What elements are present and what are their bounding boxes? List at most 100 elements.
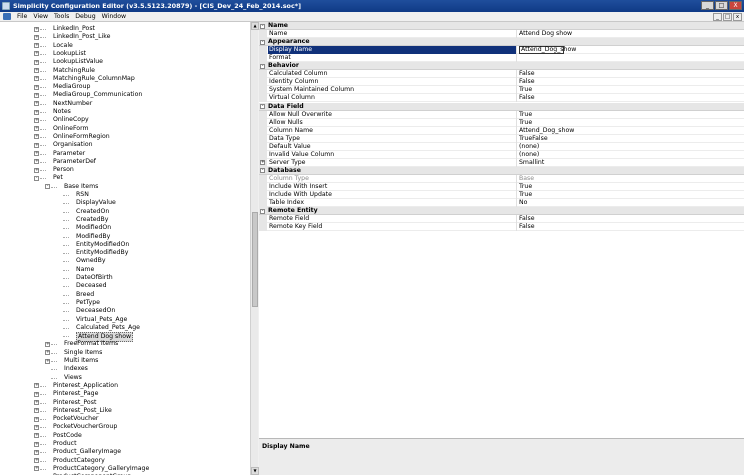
tree-item[interactable]: + Single Items bbox=[0, 349, 250, 357]
property-row[interactable]: Column Name Attend_Dog_show bbox=[259, 126, 744, 135]
tree-item[interactable]: Deceased bbox=[0, 282, 250, 290]
expand-icon[interactable]: + bbox=[260, 160, 265, 166]
property-value[interactable]: False bbox=[519, 215, 535, 223]
property-row[interactable]: Display Name Attend_Dog_show bbox=[259, 46, 744, 55]
expand-icon[interactable]: + bbox=[34, 59, 39, 65]
tree-item[interactable]: + Organisation bbox=[0, 141, 250, 149]
property-row[interactable]: Remote Field False bbox=[259, 215, 744, 224]
property-value[interactable]: No bbox=[519, 199, 527, 207]
tree-item[interactable]: DateOfBirth bbox=[0, 274, 250, 282]
tree-item[interactable]: OwnedBy bbox=[0, 257, 250, 265]
property-value[interactable]: Attend_Dog_show bbox=[519, 127, 574, 135]
expand-icon[interactable]: + bbox=[34, 84, 39, 90]
close-button[interactable]: X bbox=[729, 1, 742, 10]
tree-item[interactable]: + FreeFormat Items bbox=[0, 340, 250, 348]
tree-item[interactable]: PetType bbox=[0, 299, 250, 307]
property-value[interactable]: False bbox=[519, 94, 535, 102]
expand-icon[interactable]: + bbox=[34, 43, 39, 49]
tree-item[interactable]: DisplayValue bbox=[0, 199, 250, 207]
property-row[interactable]: Data Type TrueFalse bbox=[259, 134, 744, 143]
doc-restore-button[interactable]: □ bbox=[723, 13, 732, 21]
tree-item[interactable]: + Pinterest_Page bbox=[0, 390, 250, 398]
expand-icon[interactable]: + bbox=[34, 391, 39, 397]
tree-item[interactable]: ModifiedOn bbox=[0, 224, 250, 232]
expand-icon[interactable]: + bbox=[45, 350, 50, 356]
property-value[interactable]: Smallint bbox=[519, 159, 544, 167]
property-value[interactable]: Base bbox=[519, 175, 534, 183]
expand-icon[interactable]: + bbox=[34, 167, 39, 173]
property-row[interactable]: Allow Nulls True bbox=[259, 118, 744, 127]
expand-icon[interactable]: + bbox=[34, 458, 39, 464]
tree-item[interactable]: + ParameterDef bbox=[0, 158, 250, 166]
expand-icon[interactable]: + bbox=[34, 26, 39, 32]
collapse-icon[interactable]: - bbox=[260, 208, 265, 214]
expand-icon[interactable]: + bbox=[34, 92, 39, 98]
property-value[interactable]: False bbox=[519, 223, 535, 231]
property-value[interactable]: (none) bbox=[519, 143, 539, 151]
tree-item[interactable]: CreatedBy bbox=[0, 216, 250, 224]
expand-icon[interactable]: + bbox=[34, 449, 39, 455]
tree-item[interactable]: EntityModifiedBy bbox=[0, 249, 250, 257]
property-row[interactable]: Include With Insert True bbox=[259, 183, 744, 192]
collapse-icon[interactable]: - bbox=[260, 104, 265, 109]
property-value[interactable]: True bbox=[519, 119, 532, 127]
property-row[interactable]: Virtual Column False bbox=[259, 94, 744, 103]
tree-item[interactable]: + LookupList bbox=[0, 50, 250, 58]
menu-debug[interactable]: Debug bbox=[72, 13, 98, 20]
expand-icon[interactable]: + bbox=[34, 117, 39, 123]
property-value[interactable]: True bbox=[519, 183, 532, 191]
tree-item[interactable]: + Pinterest_Post_Like bbox=[0, 407, 250, 415]
collapse-icon[interactable]: - bbox=[260, 23, 265, 29]
tree-item[interactable]: + PostCode bbox=[0, 432, 250, 440]
expand-icon[interactable]: + bbox=[34, 441, 39, 447]
tree-item[interactable]: Views bbox=[0, 374, 250, 382]
property-value[interactable]: (none) bbox=[519, 151, 539, 159]
expand-icon[interactable]: + bbox=[34, 433, 39, 439]
property-row[interactable]: Default Value (none) bbox=[259, 142, 744, 151]
app-icon[interactable] bbox=[2, 2, 10, 10]
expand-icon[interactable]: + bbox=[34, 151, 39, 156]
menu-file[interactable]: File bbox=[14, 13, 30, 20]
tree-item[interactable]: + Person bbox=[0, 166, 250, 174]
property-value[interactable]: TrueFalse bbox=[519, 135, 548, 143]
tree-item[interactable]: + MatchingRule bbox=[0, 67, 250, 75]
property-row[interactable]: Identity Column False bbox=[259, 78, 744, 87]
expand-icon[interactable]: + bbox=[34, 134, 39, 140]
tree-item[interactable]: + NextNumber bbox=[0, 100, 250, 108]
tree-item[interactable]: Virtual_Pets_Age bbox=[0, 316, 250, 324]
expand-icon[interactable]: + bbox=[34, 159, 39, 165]
property-category[interactable]: - Name bbox=[259, 22, 744, 31]
document-icon[interactable] bbox=[3, 13, 11, 20]
tree-item[interactable]: + Product_GalleryImage bbox=[0, 448, 250, 456]
tree-item[interactable]: + MediaGroup bbox=[0, 83, 250, 91]
expand-icon[interactable]: + bbox=[34, 400, 39, 405]
tree-item[interactable]: Breed bbox=[0, 291, 250, 299]
tree-item[interactable]: Calculated_Pets_Age bbox=[0, 324, 250, 332]
tree-item[interactable]: + PocketVoucher bbox=[0, 415, 250, 423]
tree-item[interactable]: + Pinterest_Application bbox=[0, 382, 250, 390]
scroll-down-arrow-icon[interactable]: ▼ bbox=[251, 467, 259, 475]
expand-icon[interactable]: + bbox=[34, 68, 39, 73]
collapse-icon[interactable]: - bbox=[260, 39, 265, 45]
expand-icon[interactable]: + bbox=[34, 34, 39, 40]
tree-item[interactable]: - Base Items bbox=[0, 183, 250, 191]
expand-icon[interactable]: + bbox=[34, 76, 39, 82]
tree-item[interactable]: + ProductCategory bbox=[0, 457, 250, 465]
expand-icon[interactable]: + bbox=[34, 408, 39, 414]
scroll-up-arrow-icon[interactable]: ▲ bbox=[251, 22, 259, 30]
scroll-thumb[interactable] bbox=[252, 212, 258, 307]
tree-item[interactable]: CreatedOn bbox=[0, 208, 250, 216]
expand-icon[interactable]: + bbox=[34, 142, 39, 148]
tree-item[interactable]: + LinkedIn_Post bbox=[0, 25, 250, 33]
property-category[interactable]: - Database bbox=[259, 166, 744, 175]
doc-close-button[interactable]: x bbox=[733, 13, 742, 21]
tree-item[interactable]: ModifiedBy bbox=[0, 233, 250, 241]
tree-item[interactable]: + OnlineFormRegion bbox=[0, 133, 250, 141]
property-value[interactable]: Attend Dog show bbox=[519, 30, 572, 38]
minimize-button[interactable]: _ bbox=[701, 1, 714, 10]
tree-item[interactable]: + Multi Items bbox=[0, 357, 250, 365]
property-row[interactable]: Invalid Value Column (none) bbox=[259, 150, 744, 159]
expand-icon[interactable]: + bbox=[45, 358, 50, 364]
tree-item[interactable]: Name bbox=[0, 266, 250, 274]
property-value[interactable]: False bbox=[519, 78, 535, 86]
